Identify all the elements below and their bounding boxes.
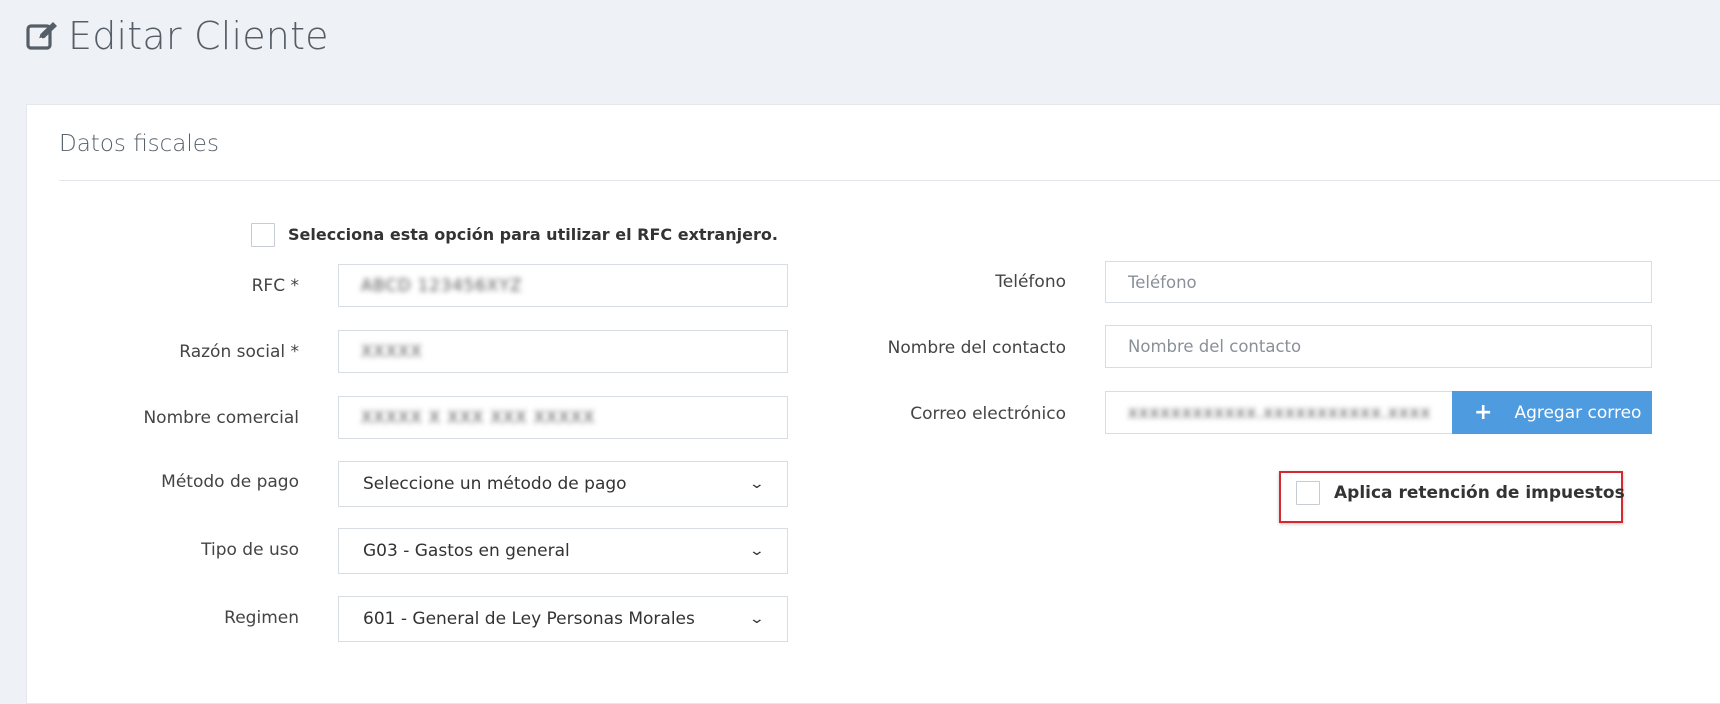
telefono-placeholder: Teléfono <box>1128 272 1197 292</box>
nombre-comercial-label: Nombre comercial <box>143 408 299 428</box>
chevron-down-icon: ⌄ <box>748 476 766 492</box>
chevron-down-icon: ⌄ <box>748 611 766 627</box>
tipo-uso-value: G03 - Gastos en general <box>363 541 570 561</box>
add-email-button-label: Agregar correo <box>1514 402 1642 423</box>
foreign-rfc-checkbox[interactable] <box>251 223 275 247</box>
regimen-label: Regimen <box>224 608 299 628</box>
section-divider <box>59 180 1720 181</box>
nombre-comercial-input[interactable]: XXXXX X XXX XXX XXXXX <box>338 396 788 439</box>
metodo-pago-label: Método de pago <box>161 472 299 492</box>
razon-social-value: XXXXX <box>361 342 423 361</box>
chevron-down-icon: ⌄ <box>748 543 766 559</box>
metodo-pago-select[interactable]: Seleccione un método de pago ⌄ <box>338 461 788 507</box>
rfc-input[interactable]: ABCD 123456XYZ <box>338 264 788 307</box>
regimen-value: 601 - General de Ley Personas Morales <box>363 609 695 629</box>
razon-social-label: Razón social * <box>179 342 299 362</box>
telefono-label: Teléfono <box>995 272 1066 292</box>
foreign-rfc-label: Selecciona esta opción para utilizar el … <box>288 225 778 244</box>
telefono-input[interactable]: Teléfono <box>1105 261 1652 303</box>
section-title: Datos fiscales <box>59 131 219 157</box>
correo-label: Correo electrónico <box>910 404 1066 424</box>
page-title: Editar Cliente <box>68 14 329 58</box>
correo-value: xxxxxxxxxxxx.xxxxxxxxxxx.xxxx <box>1128 403 1432 422</box>
add-email-button[interactable]: + Agregar correo <box>1452 391 1652 434</box>
tipo-uso-label: Tipo de uso <box>201 540 299 560</box>
nombre-comercial-value: XXXXX X XXX XXX XXXXX <box>361 408 596 427</box>
metodo-pago-value: Seleccione un método de pago <box>363 474 627 494</box>
retention-checkbox[interactable] <box>1296 481 1320 505</box>
contacto-label: Nombre del contacto <box>887 338 1066 358</box>
rfc-label: RFC * <box>251 276 299 296</box>
edit-icon <box>26 21 60 51</box>
page-header: Editar Cliente <box>26 14 329 58</box>
contacto-input[interactable]: Nombre del contacto <box>1105 325 1652 368</box>
regimen-select[interactable]: 601 - General de Ley Personas Morales ⌄ <box>338 596 788 642</box>
contacto-placeholder: Nombre del contacto <box>1128 337 1302 356</box>
plus-icon: + <box>1474 400 1493 425</box>
retention-label: Aplica retención de impuestos <box>1334 483 1625 503</box>
correo-input[interactable]: xxxxxxxxxxxx.xxxxxxxxxxx.xxxx <box>1105 391 1453 434</box>
rfc-value: ABCD 123456XYZ <box>361 276 523 295</box>
razon-social-input[interactable]: XXXXX <box>338 330 788 373</box>
tipo-uso-select[interactable]: G03 - Gastos en general ⌄ <box>338 528 788 574</box>
